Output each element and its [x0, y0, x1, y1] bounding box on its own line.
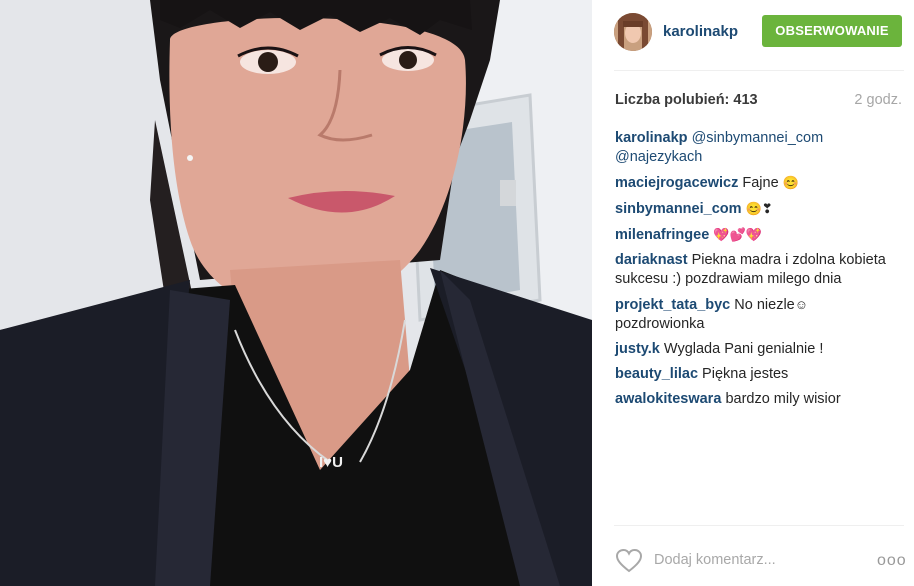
- comment: karolinakp @sinbymannei_com @najezykach: [615, 129, 905, 167]
- emoji: ☺: [794, 297, 809, 312]
- likes-count[interactable]: Liczba polubień: 413: [615, 92, 758, 108]
- comment-text: bardzo mily wisior: [725, 391, 841, 407]
- comment: dariaknast Piekna madra i zdolna kobieta…: [615, 251, 905, 289]
- comment: projekt_tata_byc No niezle☺ pozdrowionka: [615, 295, 905, 334]
- divider: [614, 525, 904, 526]
- comment: sinbymannei_com 😊❣: [615, 199, 905, 219]
- comment-username[interactable]: maciejrogacewicz: [615, 175, 738, 191]
- comment: justy.k Wyglada Pani genialnie !: [615, 340, 905, 359]
- more-options-icon[interactable]: ooo: [877, 552, 907, 570]
- post-time[interactable]: 2 godz.: [854, 92, 902, 108]
- post-username[interactable]: karolinakp: [663, 23, 738, 40]
- emoji: 😊: [782, 175, 799, 190]
- comment-text: Wyglada Pani genialnie !: [663, 341, 824, 357]
- comment-text: No niezle: [734, 297, 795, 313]
- comment: awalokiteswara bardzo mily wisior: [615, 390, 905, 409]
- mention-link[interactable]: @sinbymannei_com: [692, 130, 824, 146]
- comment-text: pozdrowionka: [615, 316, 705, 332]
- emoji: 😊❣: [745, 201, 773, 216]
- comment-username[interactable]: awalokiteswara: [615, 391, 721, 407]
- add-comment-input[interactable]: Dodaj komentarz...: [654, 552, 776, 568]
- comment-username[interactable]: sinbymannei_com: [615, 201, 742, 217]
- comment: milenafringee 💖💕💖: [615, 225, 905, 245]
- comment: beauty_lilac Piękna jestes: [615, 365, 905, 384]
- heart-icon[interactable]: [615, 548, 643, 573]
- pendant-text: I♥U: [319, 454, 343, 471]
- comment-username[interactable]: projekt_tata_byc: [615, 297, 730, 313]
- avatar[interactable]: [614, 13, 652, 51]
- divider: [614, 70, 904, 71]
- post-photo[interactable]: I♥U: [0, 0, 592, 586]
- portrait-photo: [0, 0, 592, 586]
- comment-username[interactable]: dariaknast: [615, 252, 688, 268]
- comments-list: karolinakp @sinbymannei_com @najezykach …: [615, 129, 905, 415]
- emoji: 💖💕💖: [713, 227, 762, 242]
- comment-username[interactable]: karolinakp: [615, 130, 688, 146]
- mention-link[interactable]: @najezykach: [615, 149, 702, 165]
- comment: maciejrogacewicz Fajne 😊: [615, 173, 905, 193]
- comment-text: Piękna jestes: [702, 366, 789, 382]
- comment-username[interactable]: justy.k: [615, 341, 660, 357]
- comment-username[interactable]: beauty_lilac: [615, 366, 698, 382]
- post-header: karolinakp OBSERWOWANIE: [592, 0, 914, 70]
- comment-username[interactable]: milenafringee: [615, 227, 709, 243]
- comment-text: Fajne: [742, 175, 779, 191]
- follow-button[interactable]: OBSERWOWANIE: [762, 15, 902, 47]
- post-sidebar: karolinakp OBSERWOWANIE Liczba polubień:…: [592, 0, 914, 586]
- avatar-image: [614, 13, 652, 51]
